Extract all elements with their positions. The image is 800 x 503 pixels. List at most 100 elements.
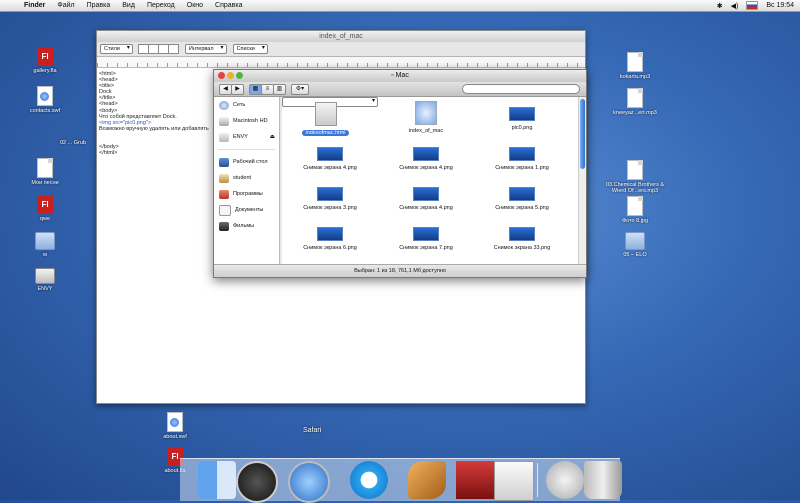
desktop-icon-my-songs[interactable]: Мои песни xyxy=(15,158,75,186)
sidebar-item-student[interactable]: student xyxy=(214,170,279,186)
png-thumbnail xyxy=(413,227,439,241)
finder-icon[interactable] xyxy=(198,461,236,499)
folder-title-icon: ▫ xyxy=(391,72,394,79)
sidebar-item-applications[interactable]: Программы xyxy=(214,186,279,202)
alignment-buttons xyxy=(137,44,179,54)
documents-icon xyxy=(219,204,231,216)
desktop-icon xyxy=(219,157,229,167)
sidebar-item-network[interactable]: Сеть xyxy=(214,97,279,113)
sidebar-item-envy[interactable]: ENVY ⏏ xyxy=(214,129,279,145)
bluetooth-icon[interactable]: ✱ xyxy=(717,2,723,10)
file-item[interactable]: indexofmac.html xyxy=(282,97,378,136)
dock-divider xyxy=(537,463,538,497)
document-icon xyxy=(627,160,643,180)
menu-view[interactable]: Вид xyxy=(116,2,141,9)
desktop-icon-photo[interactable]: Фото 8.jpg xyxy=(605,196,665,224)
eject-icon[interactable]: ⏏ xyxy=(270,134,275,140)
file-item[interactable]: Снимок экрана 4.png xyxy=(378,137,474,177)
file-item[interactable]: Снимок экрана 33.png xyxy=(474,217,570,257)
zoom-button[interactable] xyxy=(236,72,243,79)
png-thumbnail xyxy=(413,147,439,161)
forward-button[interactable]: ▶ xyxy=(231,83,244,95)
menu-edit[interactable]: Правка xyxy=(81,2,117,9)
file-item[interactable]: index_of_mac xyxy=(378,97,474,137)
column-view-button[interactable]: ▥ xyxy=(273,83,286,95)
file-item[interactable]: Снимок экрана 4.png xyxy=(378,177,474,217)
ruler[interactable] xyxy=(97,57,585,68)
file-item[interactable]: Снимок экрана 6.png xyxy=(282,217,378,257)
garageband-icon[interactable] xyxy=(408,461,446,499)
quicktime-icon[interactable] xyxy=(350,461,388,499)
close-button[interactable] xyxy=(218,72,225,79)
menu-bar: Finder Файл Правка Вид Переход Окно Спра… xyxy=(0,0,800,12)
vertical-scrollbar[interactable] xyxy=(578,97,586,265)
file-item[interactable]: Снимок экрана 5.png xyxy=(474,177,570,217)
dashboard-icon[interactable] xyxy=(236,461,278,503)
menu-go[interactable]: Переход xyxy=(141,2,181,9)
styles-popup[interactable]: Стили xyxy=(100,44,133,54)
dock-hover-label: Safari xyxy=(303,427,322,434)
safari-icon[interactable] xyxy=(288,461,330,503)
spacing-popup[interactable]: Интервал xyxy=(184,44,227,54)
png-thumbnail xyxy=(509,227,535,241)
mail-icon[interactable] xyxy=(546,461,584,499)
desktop-icon-chemical[interactable]: 03.Chemical Brothers & Wierd Of ..ers.mp… xyxy=(605,160,665,194)
png-thumbnail xyxy=(317,187,343,201)
png-thumbnail xyxy=(509,187,535,201)
desktop-icon-partial[interactable]: 02 ... Grub xyxy=(60,140,100,146)
menu-finder[interactable]: Finder xyxy=(18,2,51,9)
scroll-thumb[interactable] xyxy=(580,99,585,169)
folder-icon xyxy=(35,232,55,250)
sidebar-item-desktop[interactable]: Рабочий стол xyxy=(214,154,279,170)
align-right-button[interactable] xyxy=(167,44,179,54)
desktop-icon-folder-m[interactable]: м xyxy=(15,232,75,258)
desktop-icon-gallery-fla[interactable]: Fl gallery.fla xyxy=(15,48,75,74)
menu-clock[interactable]: Вс 19:54 xyxy=(766,2,794,9)
menu-window[interactable]: Окно xyxy=(181,2,209,9)
desktop-icon-about-swf[interactable]: about.swf xyxy=(145,412,205,440)
file-item[interactable]: Снимок экрана 3.png xyxy=(282,177,378,217)
finder-window: ▫ Mac ◀ ▶ ▦ ≡ ▥ ⚙▾ Сеть Macintosh HD ENV… xyxy=(213,69,587,278)
imovie-icon[interactable] xyxy=(456,461,494,499)
finder-title-bar[interactable]: ▫ Mac xyxy=(214,70,586,82)
lists-popup[interactable]: Списки xyxy=(232,44,268,54)
movies-icon xyxy=(219,221,229,231)
file-item[interactable]: Снимок экрана 7.png xyxy=(378,217,474,257)
applications-icon xyxy=(219,189,229,199)
desktop-icon-contacts-swf[interactable]: contacts.swf xyxy=(15,86,75,114)
desktop-icon-qwe[interactable]: Fl qwe xyxy=(15,196,75,222)
swf-icon xyxy=(37,86,53,106)
textedit-format-bar: Стили Интервал Списки xyxy=(97,42,585,57)
disk-icon xyxy=(35,268,55,284)
sidebar-item-macintosh-hd[interactable]: Macintosh HD xyxy=(214,113,279,129)
finder-status-bar: Выбран: 1 из 18, 761,1 Мб доступно xyxy=(214,264,586,277)
menu-file[interactable]: Файл xyxy=(51,2,80,9)
png-thumbnail xyxy=(509,107,535,121)
action-menu-button[interactable]: ⚙▾ xyxy=(291,83,309,95)
sidebar-item-movies[interactable]: Фильмы xyxy=(214,218,279,234)
desktop-icon-envy[interactable]: ENVY xyxy=(15,268,75,292)
file-item[interactable]: Снимак экрана 4.png xyxy=(282,137,378,177)
file-item[interactable]: pic0.png xyxy=(474,97,570,137)
menu-help[interactable]: Справка xyxy=(209,2,248,9)
sidebar-item-documents[interactable]: Документы xyxy=(214,202,279,218)
textedit-icon[interactable] xyxy=(494,461,534,501)
swf-icon xyxy=(167,412,183,432)
desktop-icon-kokarta[interactable]: kokarta.mp3 xyxy=(605,52,665,80)
hard-disk-icon xyxy=(219,116,229,126)
disk-icon xyxy=(219,132,229,142)
file-item[interactable]: Снимок экрана 1.png xyxy=(474,137,570,177)
input-language-flag-icon[interactable] xyxy=(746,1,759,10)
minimize-button[interactable] xyxy=(227,72,234,79)
audio-icon xyxy=(627,88,643,108)
trash-icon[interactable] xyxy=(584,461,622,499)
png-thumbnail xyxy=(413,187,439,201)
desktop-icon-elo[interactable]: 05 – ELO xyxy=(605,232,665,258)
folder-icon xyxy=(625,232,645,250)
volume-icon[interactable]: ◀) xyxy=(731,2,739,10)
document-icon xyxy=(627,196,643,216)
home-icon xyxy=(219,173,229,183)
search-field[interactable] xyxy=(462,84,580,94)
textedit-title[interactable]: index_of_mac xyxy=(97,31,585,42)
desktop-icon-mp3[interactable]: kneeyaz ..ert.mp3 xyxy=(605,88,665,116)
